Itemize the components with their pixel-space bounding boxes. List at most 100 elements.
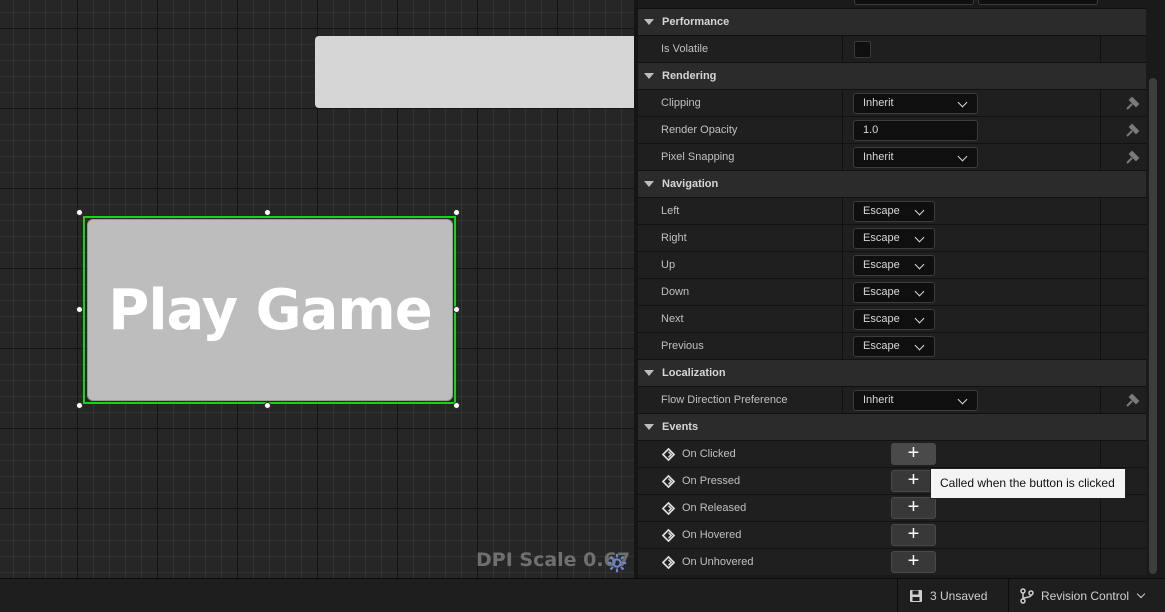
flow-direction-dropdown[interactable]: Inherit: [853, 390, 978, 411]
property-label: Pixel Snapping: [661, 151, 735, 163]
column-divider: [842, 36, 843, 63]
nav-next-dropdown[interactable]: Escape: [853, 309, 935, 330]
collapse-arrow-icon: [644, 181, 654, 187]
event-row-on-clicked: On Clicked +: [638, 440, 1146, 468]
property-label: Left: [661, 205, 680, 217]
property-row-flow-direction: Flow Direction Preference Inherit: [638, 386, 1146, 414]
column-divider: [842, 198, 843, 225]
property-binding-icon[interactable]: [1124, 96, 1140, 112]
column-divider: [1100, 252, 1101, 279]
property-row-nav-down: Down Escape: [638, 278, 1146, 306]
column-divider: [1100, 144, 1101, 171]
category-localization[interactable]: Localization: [638, 359, 1146, 386]
status-bar: 3 Unsaved Revision Control: [0, 578, 1165, 612]
nav-left-dropdown[interactable]: Escape: [853, 201, 935, 222]
chevron-down-icon: [914, 232, 925, 243]
details-scrollbar[interactable]: [1149, 78, 1157, 574]
resize-handle-middle-right[interactable]: [453, 306, 460, 313]
canvas-widget-top[interactable]: [315, 36, 634, 108]
dropdown-value: Escape: [863, 313, 900, 325]
nav-previous-dropdown[interactable]: Escape: [853, 336, 935, 357]
dropdown-value: Escape: [863, 286, 900, 298]
property-label: Flow Direction Preference: [661, 394, 788, 406]
add-event-on-clicked-button[interactable]: +: [891, 443, 936, 465]
category-rendering[interactable]: Rendering: [638, 62, 1146, 89]
add-event-on-released-button[interactable]: +: [891, 497, 936, 519]
nav-right-dropdown[interactable]: Escape: [853, 228, 935, 249]
dropdown-value: Escape: [863, 205, 900, 217]
column-divider: [1100, 90, 1101, 117]
resize-handle-bottom-right[interactable]: [453, 402, 460, 409]
column-divider: [1100, 279, 1101, 306]
resize-handle-top-center[interactable]: [264, 209, 271, 216]
add-event-on-hovered-button[interactable]: +: [891, 524, 936, 546]
add-event-on-unhovered-button[interactable]: +: [891, 551, 936, 573]
property-binding-icon[interactable]: [1124, 393, 1140, 409]
column-divider: [1100, 549, 1101, 576]
chevron-down-icon: [957, 151, 968, 162]
column-divider: [1100, 522, 1101, 549]
property-label: Previous: [661, 340, 704, 352]
column-divider: [1100, 36, 1101, 63]
collapse-arrow-icon: [644, 19, 654, 25]
revision-control-button[interactable]: Revision Control: [1008, 579, 1165, 612]
column-divider: [842, 279, 843, 306]
event-diamond-icon: [662, 502, 675, 515]
clipping-dropdown[interactable]: Inherit: [853, 93, 978, 114]
property-label: Down: [661, 286, 690, 298]
unsaved-button[interactable]: 3 Unsaved: [897, 579, 1001, 612]
pixel-snapping-dropdown[interactable]: Inherit: [853, 147, 978, 168]
resize-handle-top-left[interactable]: [76, 209, 83, 216]
play-game-button[interactable]: Play Game: [87, 219, 453, 401]
designer-canvas[interactable]: Play Game DPI Scale 0.67: [0, 0, 634, 578]
property-row-render-opacity: Render Opacity 1.0: [638, 116, 1146, 144]
chevron-down-icon: [914, 259, 925, 270]
category-label: Performance: [662, 16, 730, 28]
column-divider: [842, 117, 843, 144]
column-divider: [1100, 441, 1101, 468]
gear-icon[interactable]: [606, 552, 628, 574]
column-divider: [1100, 225, 1101, 252]
category-navigation[interactable]: Navigation: [638, 170, 1146, 197]
resize-handle-bottom-left[interactable]: [76, 402, 83, 409]
chevron-down-icon: [914, 286, 925, 297]
property-binding-icon[interactable]: [1124, 150, 1140, 166]
event-row-on-hovered: On Hovered +: [638, 521, 1146, 549]
event-label: On Unhovered: [682, 556, 754, 568]
category-performance[interactable]: Performance: [638, 8, 1146, 35]
is-volatile-checkbox[interactable]: [854, 41, 871, 58]
event-diamond-icon: [662, 529, 675, 542]
dropdown-value: Escape: [863, 232, 900, 244]
nav-up-dropdown[interactable]: Escape: [853, 255, 935, 276]
revision-control-label: Revision Control: [1041, 589, 1130, 603]
column-divider: [842, 306, 843, 333]
property-row-nav-previous: Previous Escape: [638, 332, 1146, 360]
category-events[interactable]: Events: [638, 413, 1146, 440]
dropdown-value: Inherit: [863, 97, 894, 109]
event-diamond-icon: [662, 448, 675, 461]
column-divider: [1100, 333, 1101, 360]
property-binding-icon[interactable]: [1124, 123, 1140, 139]
dropdown-value: Inherit: [863, 151, 894, 163]
collapse-arrow-icon: [644, 73, 654, 79]
column-divider: [1100, 117, 1101, 144]
resize-handle-middle-left[interactable]: [76, 306, 83, 313]
dropdown-value: Escape: [863, 340, 900, 352]
category-label: Events: [662, 421, 699, 433]
column-divider: [1100, 198, 1101, 225]
resize-handle-bottom-center[interactable]: [264, 402, 271, 409]
event-label: On Hovered: [682, 529, 742, 541]
event-row-on-unhovered: On Unhovered +: [638, 548, 1146, 576]
save-icon: [910, 590, 922, 602]
dropdown-value: Escape: [863, 259, 900, 271]
category-label: Rendering: [662, 70, 717, 82]
nav-down-dropdown[interactable]: Escape: [853, 282, 935, 303]
category-label: Localization: [662, 367, 726, 379]
resize-handle-top-right[interactable]: [453, 209, 460, 216]
unsaved-label: 3 Unsaved: [930, 589, 988, 603]
category-label: Navigation: [662, 178, 719, 190]
chevron-down-icon: [914, 205, 925, 216]
chevron-down-icon: [914, 313, 925, 324]
property-label: Right: [661, 232, 687, 244]
render-opacity-input[interactable]: 1.0: [853, 120, 978, 141]
